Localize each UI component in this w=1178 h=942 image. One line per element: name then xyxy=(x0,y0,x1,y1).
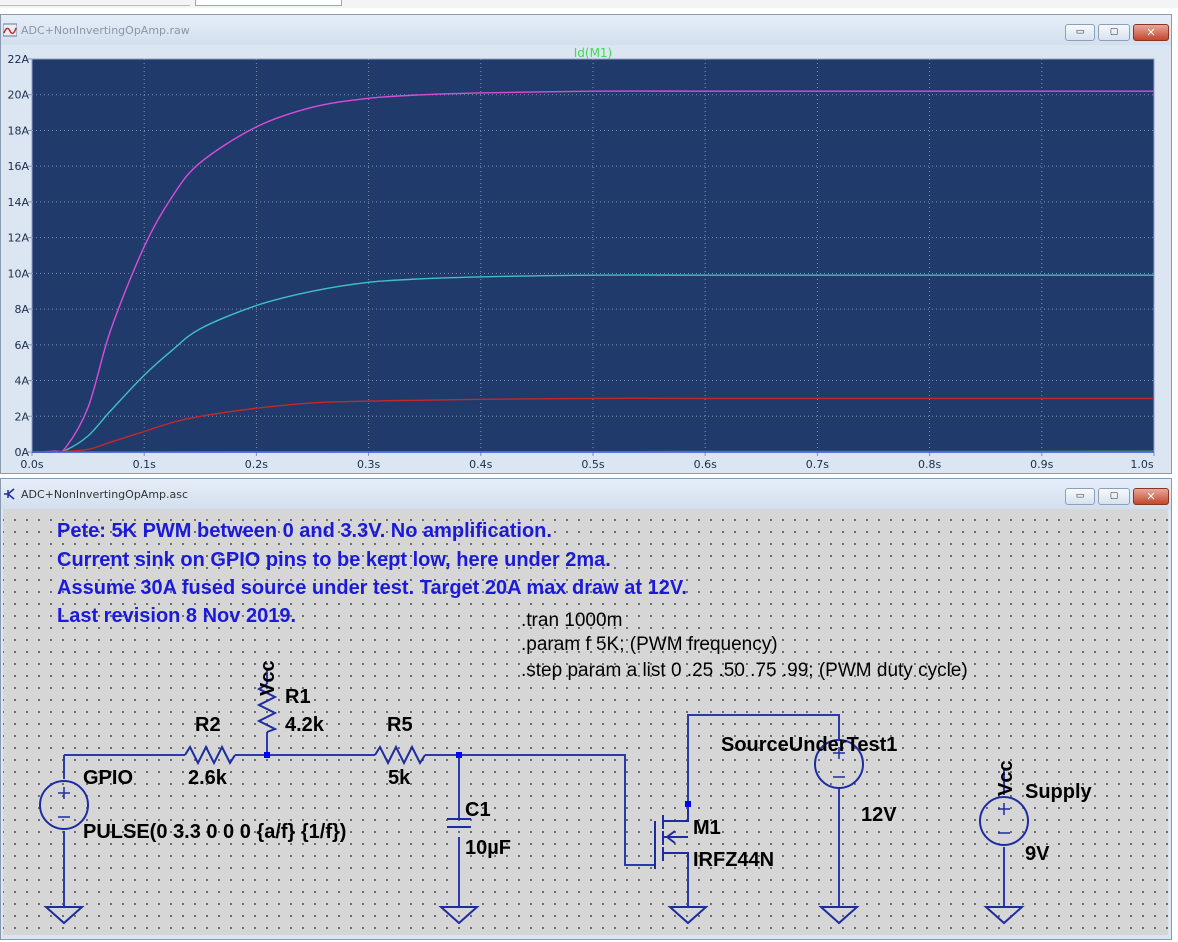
trace-label[interactable]: Id(M1) xyxy=(574,46,613,60)
comment-line-2[interactable]: Current sink on GPIO pins to be kept low… xyxy=(57,549,611,572)
wire-drain-source[interactable] xyxy=(687,714,840,819)
junction-node[interactable] xyxy=(685,801,691,807)
x-tick-label: 0.3s xyxy=(357,458,380,471)
r5-name[interactable]: R5 xyxy=(387,714,413,737)
schematic-window-title: ADC+NonInvertingOpAmp.asc xyxy=(21,488,189,501)
y-tick-label: 20A xyxy=(7,89,29,102)
m1-name[interactable]: M1 xyxy=(693,817,721,840)
source-under-test-name[interactable]: SourceUnderTest1 xyxy=(721,734,897,757)
waveform-titlebar[interactable]: ADC+NonInvertingOpAmp.raw ▭ ▢ ✕ xyxy=(1,15,1171,45)
close-button[interactable]: ✕ xyxy=(1133,488,1169,505)
resistor-r2[interactable] xyxy=(184,744,236,766)
restore-icon: ▢ xyxy=(1109,491,1119,501)
y-tick-label: 18A xyxy=(7,124,29,137)
ground-mosfet xyxy=(667,906,709,925)
restore-icon: ▢ xyxy=(1109,27,1119,37)
y-tick-label: 10A xyxy=(7,267,29,280)
c1-name[interactable]: C1 xyxy=(465,799,491,822)
minimize-button[interactable]: ▭ xyxy=(1065,24,1095,41)
close-icon: ✕ xyxy=(1146,490,1156,503)
x-tick-label: 0.2s xyxy=(245,458,268,471)
waveform-window: ADC+NonInvertingOpAmp.raw ▭ ▢ ✕ 0.0s 0.1s… xyxy=(0,14,1172,474)
mosfet-m1[interactable] xyxy=(654,809,689,869)
supply-name[interactable]: Supply xyxy=(1025,781,1092,804)
background-tab[interactable] xyxy=(0,0,190,6)
schematic-drawing[interactable] xyxy=(3,509,1168,935)
minimize-icon: ▭ xyxy=(1075,491,1085,501)
close-button[interactable]: ✕ xyxy=(1133,24,1169,41)
polarity-supply xyxy=(998,803,1010,834)
supply-value[interactable]: 9V xyxy=(1025,843,1049,866)
spice-directive-tran[interactable]: .tran 1000m xyxy=(521,610,622,632)
junction-node[interactable] xyxy=(264,752,270,758)
spice-directive-step[interactable]: .step param a list 0 .25 .50 .75 .99; (P… xyxy=(521,660,968,682)
x-tick-label: 0.0s xyxy=(20,458,43,471)
schematic-window: ADC+NonInvertingOpAmp.asc ▭ ▢ ✕ Pete: 5K… xyxy=(0,478,1172,940)
x-tick-label: 0.8s xyxy=(918,458,941,471)
gpio-value[interactable]: PULSE(0 3.3 0 0 0 {a/f} {1/f}) xyxy=(83,821,346,844)
waveform-window-title: ADC+NonInvertingOpAmp.raw xyxy=(21,24,190,37)
polarity-gpio xyxy=(58,787,70,818)
x-tick-label: 0.5s xyxy=(581,458,604,471)
x-tick-label: 1.0s xyxy=(1130,458,1153,471)
comment-line-3[interactable]: Assume 30A fused source under test. Targ… xyxy=(57,577,687,600)
comment-line-1[interactable]: Pete: 5K PWM between 0 and 3.3V. No ampl… xyxy=(57,520,552,543)
schematic-canvas[interactable]: Pete: 5K PWM between 0 and 3.3V. No ampl… xyxy=(3,509,1168,935)
comment-line-4[interactable]: Last revision 8 Nov 2019. xyxy=(57,605,296,628)
r2-value[interactable]: 2.6k xyxy=(188,767,227,790)
y-tick-label: 16A xyxy=(7,160,29,173)
schematic-app-icon xyxy=(4,488,15,500)
gpio-name[interactable]: GPIO xyxy=(83,767,133,790)
y-tick-label: 2A xyxy=(14,410,29,423)
ground-gpio xyxy=(43,906,85,925)
r2-name[interactable]: R2 xyxy=(195,714,221,737)
ground-supply xyxy=(983,906,1025,925)
y-tick-label: 8A xyxy=(14,303,29,316)
y-tick-label: 4A xyxy=(14,375,29,388)
x-tick-label: 0.4s xyxy=(469,458,492,471)
waveform-app-icon xyxy=(3,23,17,37)
spice-directive-param[interactable]: .param f 5K; (PWM frequency) xyxy=(521,634,778,656)
minimize-icon: ▭ xyxy=(1075,27,1085,37)
ground-c1 xyxy=(438,906,480,925)
minimize-button[interactable]: ▭ xyxy=(1065,488,1095,505)
y-tick-label: 14A xyxy=(7,196,29,209)
ground-sut xyxy=(818,906,860,925)
r5-value[interactable]: 5k xyxy=(388,767,410,790)
junction-node[interactable] xyxy=(456,752,462,758)
x-tick-label: 0.7s xyxy=(806,458,829,471)
waveform-plot[interactable]: 0.0s 0.1s 0.2s 0.3s 0.4s 0.5s 0.6s 0.7s 0.8s 0.9s… xyxy=(1,45,1171,473)
y-tick-label: 22A xyxy=(7,53,29,66)
restore-button[interactable]: ▢ xyxy=(1098,24,1130,41)
close-icon: ✕ xyxy=(1146,26,1156,39)
m1-value[interactable]: IRFZ44N xyxy=(693,849,774,872)
y-tick-label: 6A xyxy=(14,339,29,352)
x-tick-label: 0.9s xyxy=(1030,458,1053,471)
source-under-test-value[interactable]: 12V xyxy=(861,804,897,827)
y-tick-label: 0A xyxy=(14,446,29,459)
resistor-r5[interactable] xyxy=(374,744,426,766)
restore-button[interactable]: ▢ xyxy=(1098,488,1130,505)
c1-value[interactable]: 10µF xyxy=(465,837,511,860)
y-tick-label: 12A xyxy=(7,232,29,245)
background-tab-active[interactable] xyxy=(195,0,342,6)
schematic-titlebar[interactable]: ADC+NonInvertingOpAmp.asc ▭ ▢ ✕ xyxy=(1,479,1171,509)
x-tick-label: 0.6s xyxy=(694,458,717,471)
r1-name[interactable]: R1 xyxy=(285,686,311,709)
x-tick-label: 0.1s xyxy=(133,458,156,471)
r1-value[interactable]: 4.2k xyxy=(285,714,324,737)
